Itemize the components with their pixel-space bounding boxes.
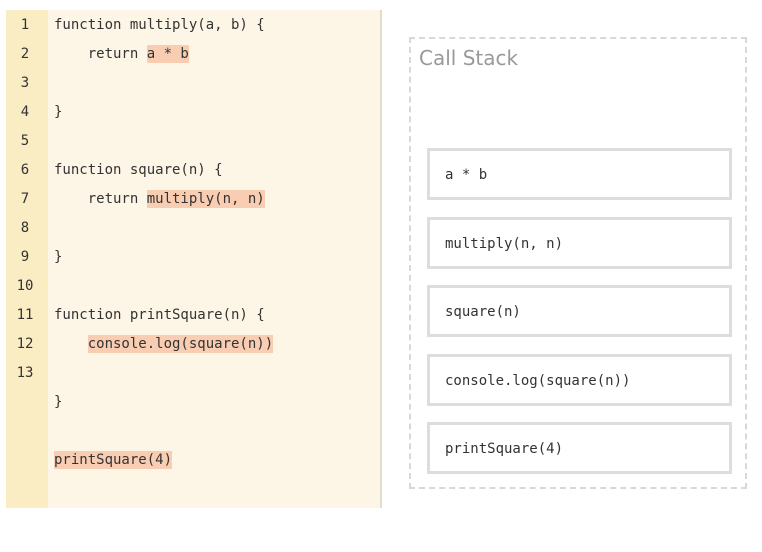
highlighted-expression: console.log(square(n))	[87, 335, 274, 353]
code-line: function printSquare(n) {	[54, 307, 265, 323]
line-number: 13	[16, 365, 34, 381]
code-line: function multiply(a, b) {	[54, 17, 265, 33]
stack-frame-label: printSquare(4)	[445, 441, 564, 457]
line-number: 8	[20, 220, 30, 236]
stack-frame-label: square(n)	[445, 304, 521, 320]
code-editor: 1 2 3 4 5 6 7 8 9 10 11 12 13 function m…	[6, 10, 382, 508]
call-stack-title: Call Stack	[419, 46, 519, 70]
code-text: return	[54, 191, 147, 207]
line-number: 1	[20, 17, 30, 33]
code-line: function square(n) {	[54, 162, 223, 178]
code-line: return multiply(n, n)	[54, 190, 265, 208]
code-text: }	[54, 249, 63, 265]
code-text: }	[54, 394, 63, 410]
stack-frame-item: multiply(n, n)	[427, 217, 732, 269]
line-number: 4	[20, 104, 30, 120]
code-line: console.log(square(n))	[54, 335, 274, 353]
line-number: 10	[16, 278, 34, 294]
line-number: 2	[20, 46, 30, 62]
stack-frame-label: a * b	[445, 167, 488, 183]
highlighted-expression: printSquare(4)	[54, 451, 173, 469]
code-text: return	[54, 46, 147, 62]
line-number: 7	[20, 191, 30, 207]
stack-frame-item: square(n)	[427, 285, 732, 337]
code-line: return a * b	[54, 45, 189, 63]
line-number: 5	[20, 133, 30, 149]
line-number: 6	[20, 162, 30, 178]
stack-frame-label: multiply(n, n)	[445, 236, 564, 252]
code-text: function multiply(a, b) {	[54, 17, 265, 33]
code-line: }	[54, 249, 62, 265]
code-line: }	[54, 104, 62, 120]
highlighted-expression: multiply(n, n)	[146, 190, 265, 208]
line-number: 11	[16, 307, 34, 323]
stack-frame-item: a * b	[427, 148, 732, 200]
code-line: }	[54, 394, 62, 410]
stack-frame-label: console.log(square(n))	[445, 373, 631, 389]
stack-frame-item: console.log(square(n))	[427, 354, 732, 406]
code-text: function printSquare(n) {	[54, 307, 265, 323]
code-text: }	[54, 104, 63, 120]
line-number: 12	[16, 336, 34, 352]
code-text: function square(n) {	[54, 162, 223, 178]
highlighted-expression: a * b	[146, 45, 189, 63]
line-number: 3	[20, 75, 30, 91]
line-number: 9	[20, 249, 30, 265]
line-number-gutter: 1 2 3 4 5 6 7 8 9 10 11 12 13	[6, 10, 48, 508]
code-line: printSquare(4)	[54, 451, 173, 469]
stack-frame-item: printSquare(4)	[427, 422, 732, 474]
